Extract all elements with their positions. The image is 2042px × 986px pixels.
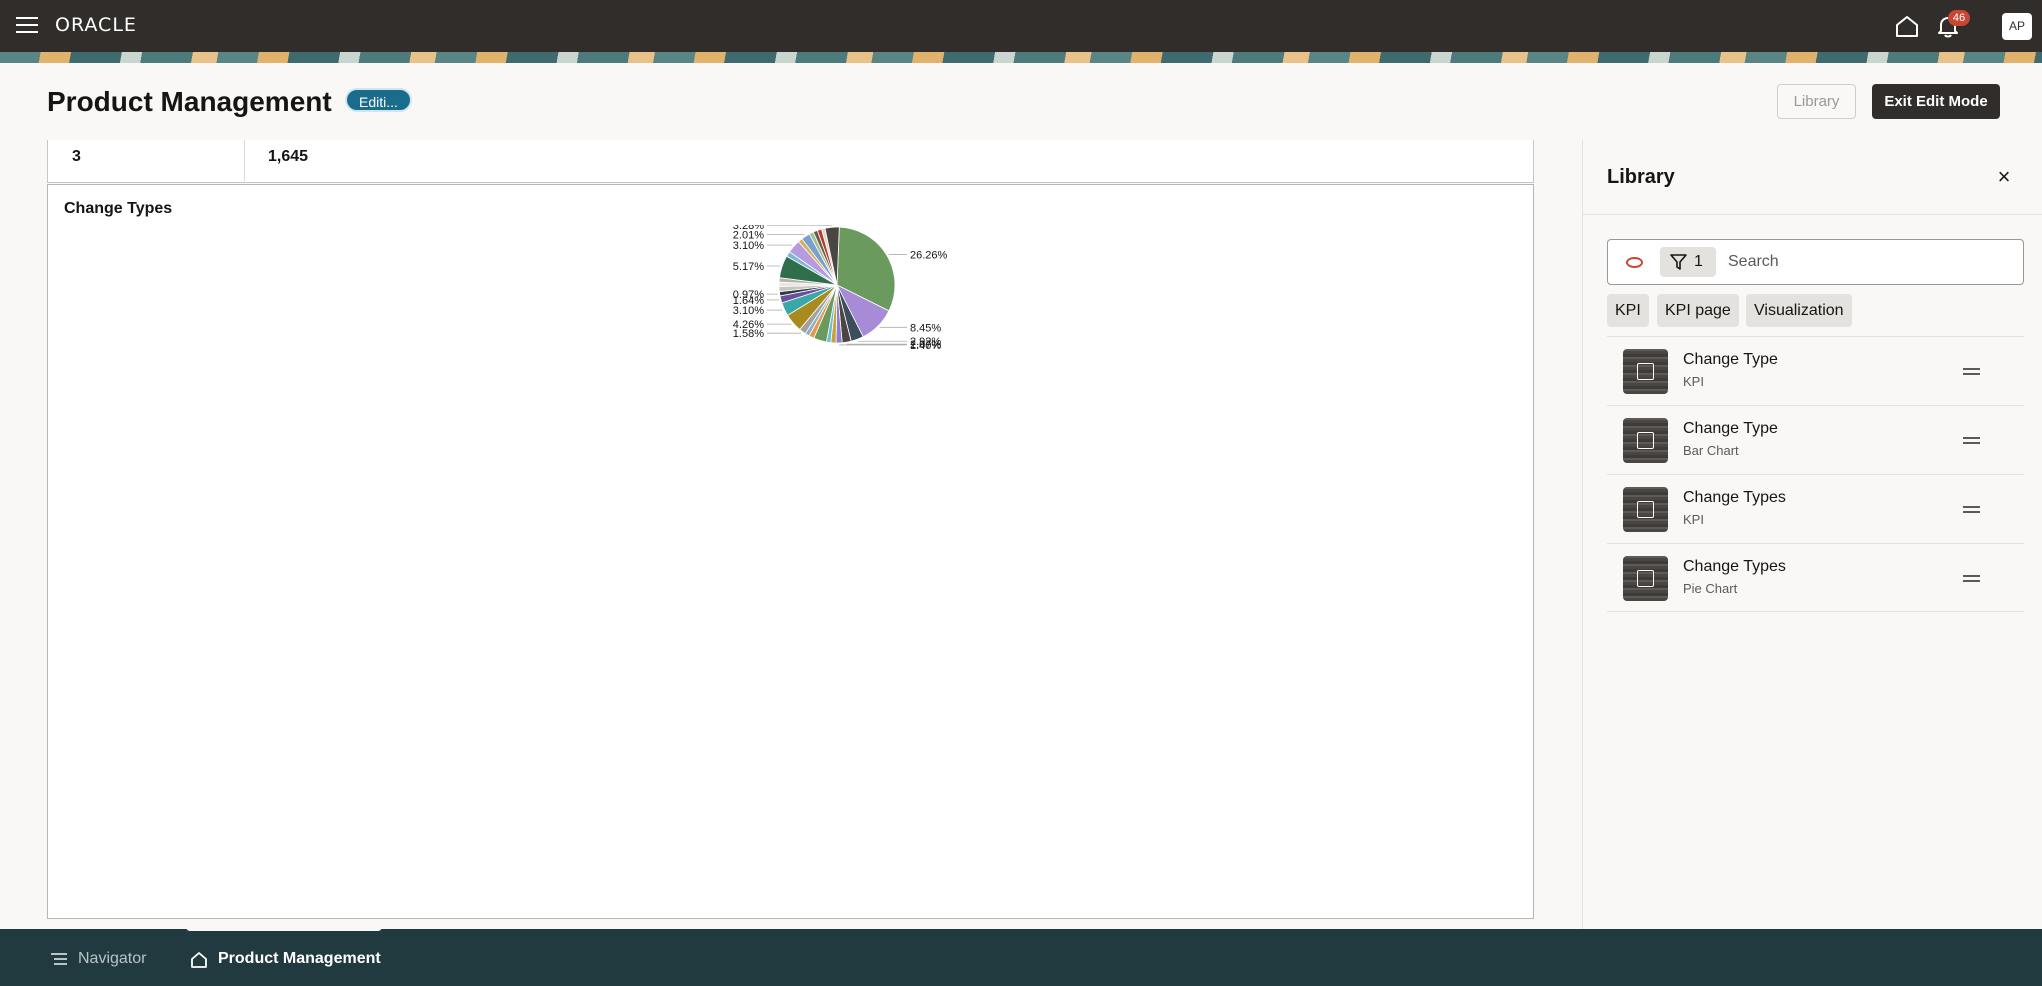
library-button[interactable]: Library xyxy=(1777,84,1856,119)
kpi-table-row[interactable]: 3 1,645 xyxy=(47,140,1534,183)
notification-count-badge: 46 xyxy=(1948,10,1970,26)
drag-handle-icon[interactable] xyxy=(1963,575,1980,582)
kpi-thumbnail xyxy=(1623,349,1668,394)
chart-thumbnail xyxy=(1623,556,1668,601)
pie-chart[interactable]: 26.26%8.45%2.92%2.07%1.40%1.58%4.26%3.10… xyxy=(668,225,968,375)
filter-count: 1 xyxy=(1694,253,1703,270)
pie-chart-icon xyxy=(1637,570,1654,587)
drag-handle-icon[interactable] xyxy=(1963,437,1980,444)
tag-visualization[interactable]: Visualization xyxy=(1746,294,1852,327)
tag-kpi[interactable]: KPI xyxy=(1607,294,1649,327)
library-panel-title: Library xyxy=(1607,166,1675,188)
pie-data-label: 8.45% xyxy=(910,322,941,334)
pie-data-label: 4.26% xyxy=(733,319,764,331)
library-item[interactable]: Change Type KPI xyxy=(1607,336,2024,405)
column-divider xyxy=(244,140,245,182)
drag-handle-icon[interactable] xyxy=(1963,506,1980,513)
pie-data-label: 5.17% xyxy=(733,261,764,273)
exit-edit-mode-button[interactable]: Exit Edit Mode xyxy=(1872,84,2000,119)
kpi-icon xyxy=(1637,501,1654,518)
library-item-title: Change Type xyxy=(1683,420,1778,437)
library-item-title: Change Type xyxy=(1683,351,1778,368)
top-bar: ORACLE 46 AP xyxy=(0,0,2042,52)
chart-thumbnail xyxy=(1623,418,1668,463)
library-item[interactable]: Change Types Pie Chart xyxy=(1607,543,2024,612)
navigator-link[interactable]: Navigator xyxy=(50,950,146,968)
kpi-cell-value: 1,645 xyxy=(268,148,309,165)
oracle-logo[interactable]: ORACLE xyxy=(55,14,137,36)
kpi-thumbnail xyxy=(1623,487,1668,532)
chart-title: Change Types xyxy=(64,200,173,217)
filter-button[interactable]: 1 xyxy=(1660,247,1716,277)
page-title: Product Management xyxy=(47,86,332,117)
divider xyxy=(1583,214,2042,215)
home-icon[interactable] xyxy=(1894,14,1920,38)
close-icon[interactable]: × xyxy=(1993,166,2015,188)
kpi-icon xyxy=(1637,363,1654,380)
active-tab-indicator xyxy=(186,927,382,931)
user-avatar[interactable]: AP xyxy=(2002,13,2032,40)
pie-data-label: 26.26% xyxy=(910,249,948,261)
drag-handle-icon[interactable] xyxy=(1963,368,1980,375)
library-item-subtitle: Bar Chart xyxy=(1683,443,1739,458)
library-search-box[interactable]: 1 xyxy=(1607,239,2024,285)
pie-data-label: 1.40% xyxy=(910,340,941,352)
hamburger-menu-icon[interactable] xyxy=(16,17,38,35)
editing-status-badge[interactable]: Editi... xyxy=(345,88,412,112)
navigator-list-icon xyxy=(51,953,67,965)
kpi-cell-count: 3 xyxy=(72,148,81,165)
current-page-label: Product Management xyxy=(218,950,381,967)
bar-chart-icon xyxy=(1637,432,1654,449)
library-item-subtitle: KPI xyxy=(1683,512,1704,527)
oracle-oval-icon xyxy=(1626,257,1643,268)
filter-funnel-icon xyxy=(1670,254,1687,270)
pie-data-label: 0.97% xyxy=(733,289,764,301)
change-types-chart-card[interactable]: Change Types 26.26% 8.45% 2.92% 2.07% 1.40% 1… xyxy=(47,184,1534,919)
library-item-title: Change Types xyxy=(1683,558,1786,575)
library-item-subtitle: Pie Chart xyxy=(1683,581,1738,596)
tag-kpi-page[interactable]: KPI page xyxy=(1657,294,1739,327)
home-icon xyxy=(191,951,207,968)
library-item-subtitle: KPI xyxy=(1683,374,1704,389)
library-item[interactable]: Change Types KPI xyxy=(1607,474,2024,543)
library-item[interactable]: Change Type Bar Chart xyxy=(1607,405,2024,474)
library-item-list: Change Type KPI Change Type Bar Chart Ch… xyxy=(1607,336,2024,612)
search-input[interactable] xyxy=(1728,240,2018,284)
library-item-title: Change Types xyxy=(1683,489,1786,506)
pie-data-label: 3.10% xyxy=(733,240,764,252)
decorative-banner xyxy=(0,52,2042,63)
pie-data-label: 3.28% xyxy=(733,225,764,232)
navigator-label: Navigator xyxy=(78,950,147,967)
product-management-tab[interactable]: Product Management xyxy=(190,950,381,968)
